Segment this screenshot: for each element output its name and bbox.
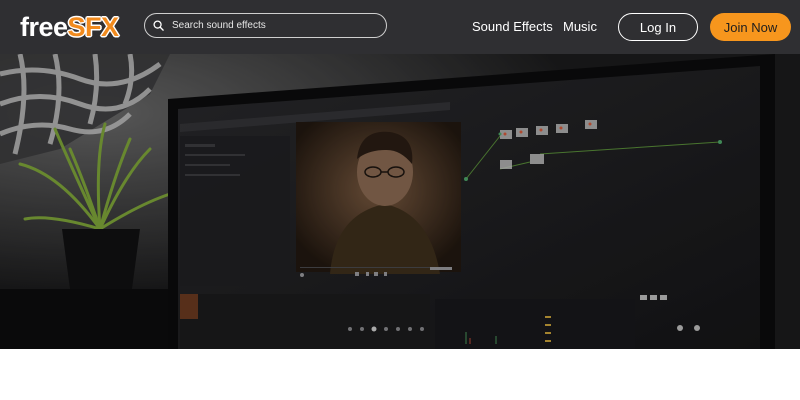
search-bar[interactable]	[144, 13, 387, 38]
logo-sfx-text: SFX	[67, 12, 120, 42]
nav-link-sound-effects[interactable]: Sound Effects	[472, 18, 553, 36]
logo-free-text: free	[20, 12, 68, 42]
login-button[interactable]: Log In	[618, 13, 698, 41]
freesfx-logo[interactable]: free SFX	[20, 11, 119, 43]
search-input[interactable]	[172, 20, 372, 31]
hero-banner-image	[0, 54, 800, 349]
nav-link-music[interactable]: Music	[563, 18, 597, 36]
top-navbar: freeSFX Sound Effects Music Log In Join …	[0, 0, 800, 54]
join-now-button[interactable]: Join Now	[710, 13, 791, 41]
hero-illustration	[0, 54, 800, 349]
page-content-area	[0, 349, 800, 400]
search-icon	[153, 20, 164, 31]
